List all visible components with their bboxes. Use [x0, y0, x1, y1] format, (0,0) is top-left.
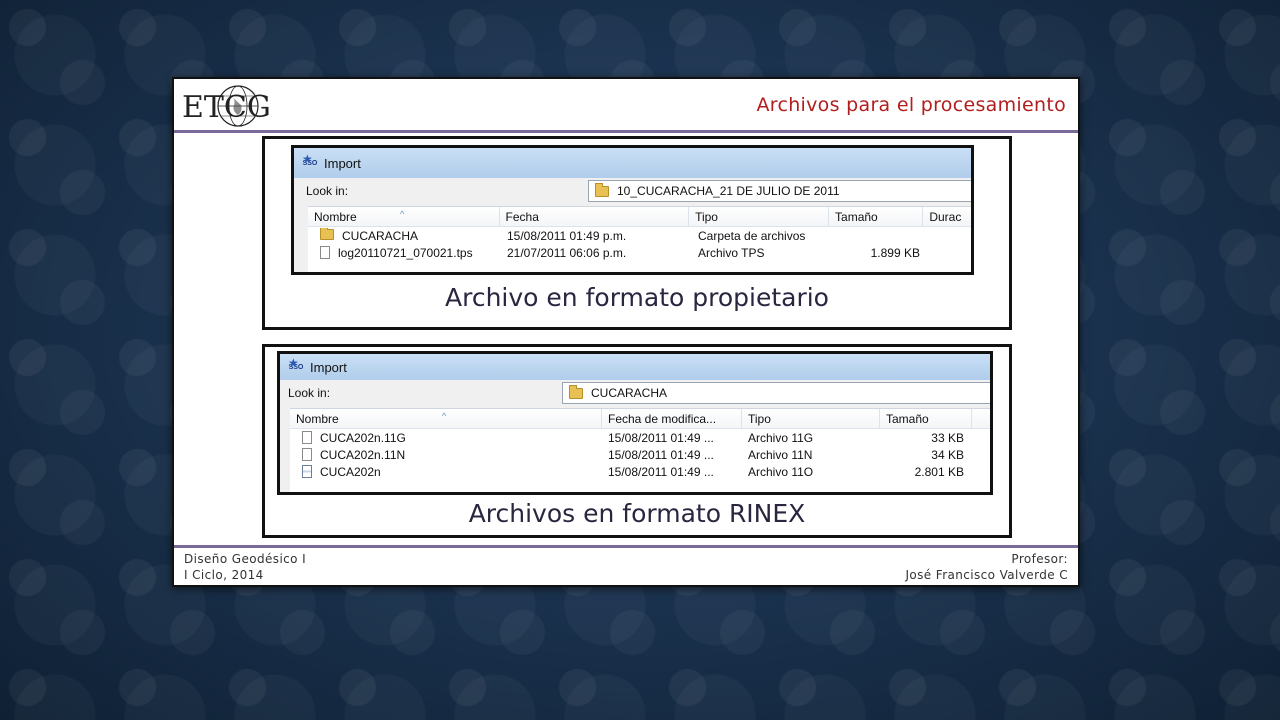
proprietary-format-panel: SSO Import Look in: 10_CUCARACHA_21 DE J… [262, 136, 1012, 330]
column-header-nombre[interactable]: Nombre ^ [290, 409, 602, 428]
folder-icon [320, 228, 334, 240]
etcg-logo: ETCG [182, 85, 271, 127]
sso-app-icon: SSO [302, 150, 318, 171]
folder-icon [595, 182, 609, 197]
list-item[interactable]: CUCA202n.11N 15/08/2011 01:49 ... Archiv… [290, 447, 990, 464]
dialog-title: Import [324, 155, 361, 171]
column-header-fecha-modificacion[interactable]: Fecha de modifica... [602, 409, 742, 428]
panel-caption: Archivo en formato propietario [445, 283, 829, 312]
slide-header: ETCG Archivos para el procesamiento [174, 79, 1078, 133]
look-in-value: 10_CUCARACHA_21 DE JULIO DE 2011 [617, 184, 840, 198]
slide-title: Archivos para el procesamiento [756, 94, 1066, 116]
course-term: I Ciclo, 2014 [184, 568, 264, 582]
import-dialog-2: SSO Import Look in: CUCARACHA Nombre ^ F… [277, 351, 993, 495]
list-item[interactable]: log20110721_070021.tps 21/07/2011 06:06 … [308, 245, 971, 262]
column-headers: Nombre ^ Fecha de modifica... Tipo Tamañ… [290, 409, 990, 429]
dialog-title: Import [310, 359, 347, 375]
professor-label: Profesor: [1011, 552, 1068, 566]
look-in-combo[interactable]: CUCARACHA [562, 382, 990, 404]
slide-footer: Diseño Geodésico I I Ciclo, 2014 Profeso… [174, 545, 1078, 585]
file-list: Nombre ^ Fecha de modifica... Tipo Tamañ… [290, 408, 990, 492]
look-in-label: Look in: [288, 386, 331, 400]
look-in-label: Look in: [306, 184, 349, 198]
panel-caption: Archivos en formato RINEX [468, 499, 806, 528]
look-in-bar: Look in: CUCARACHA [280, 380, 990, 406]
professor-info: Profesor: José Francisco Valverde C [905, 551, 1068, 583]
column-header-tipo[interactable]: Tipo [742, 409, 880, 428]
file-icon [320, 246, 330, 259]
course-info: Diseño Geodésico I I Ciclo, 2014 [184, 551, 306, 583]
column-header-duracion[interactable]: Durac [923, 207, 971, 226]
file-icon [302, 431, 312, 444]
dialog-titlebar[interactable]: SSO Import [294, 148, 971, 178]
list-item[interactable]: CUCARACHA 15/08/2011 01:49 p.m. Carpeta … [308, 228, 971, 245]
column-header-tamano[interactable]: Tamaño [880, 409, 972, 428]
logo-lettering: ETCG [182, 90, 271, 125]
column-headers: Nombre ^ Fecha Tipo Tamaño Durac [308, 207, 971, 227]
slide: ETCG Archivos para el procesamiento SSO … [172, 77, 1080, 587]
folder-icon [569, 384, 583, 399]
look-in-bar: Look in: 10_CUCARACHA_21 DE JULIO DE 201… [294, 178, 971, 204]
column-header-nombre[interactable]: Nombre ^ [308, 207, 500, 226]
column-header-fecha[interactable]: Fecha [500, 207, 690, 226]
sso-app-icon: SSO [288, 354, 304, 375]
column-header-tipo[interactable]: Tipo [689, 207, 830, 226]
course-name: Diseño Geodésico I [184, 552, 307, 566]
look-in-combo[interactable]: 10_CUCARACHA_21 DE JULIO DE 2011 [588, 180, 971, 202]
sort-ascending-icon: ^ [400, 209, 405, 219]
professor-name: José Francisco Valverde C [905, 568, 1068, 582]
column-header-tamano[interactable]: Tamaño [829, 207, 924, 226]
import-dialog-1: SSO Import Look in: 10_CUCARACHA_21 DE J… [291, 145, 974, 275]
dialog-titlebar[interactable]: SSO Import [280, 354, 990, 380]
sort-ascending-icon: ^ [442, 411, 447, 421]
file-list: Nombre ^ Fecha Tipo Tamaño Durac CUCARAC… [308, 206, 971, 272]
look-in-value: CUCARACHA [591, 386, 668, 400]
list-item[interactable]: CUCA202n.11G 15/08/2011 01:49 ... Archiv… [290, 430, 990, 447]
list-item[interactable]: CUCA202n 15/08/2011 01:49 ... Archivo 11… [290, 464, 990, 481]
rinex-file-icon [302, 465, 312, 478]
rinex-format-panel: SSO Import Look in: CUCARACHA Nombre ^ F… [262, 344, 1012, 538]
file-icon [302, 448, 312, 461]
